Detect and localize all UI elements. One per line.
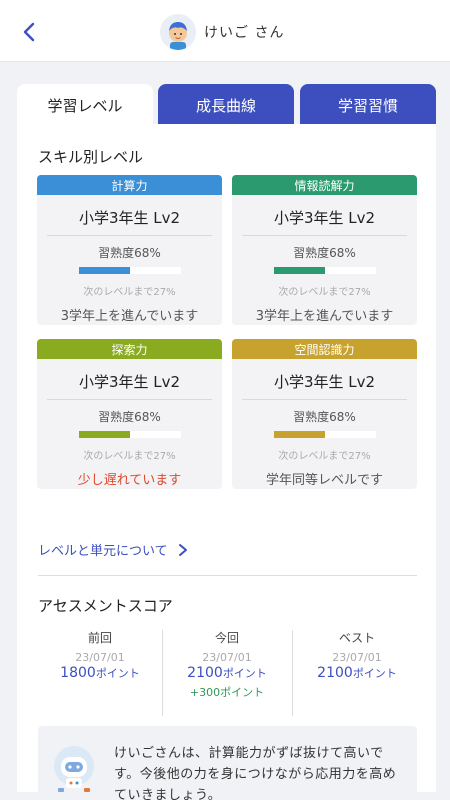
user-info: けいご さん	[160, 12, 284, 52]
score-previous: 前回 23/07/01 1800ポイント	[37, 629, 163, 681]
skill-name: 空間認識力	[232, 339, 417, 359]
score-points: 2100ポイント	[317, 665, 397, 681]
score-points: 1800ポイント	[60, 665, 140, 681]
skill-mastery: 習熟度68%	[98, 410, 161, 424]
advice-text: けいごさんは、計算能力がずば抜けて高いです。今後他の力を身につけながら応用力を高…	[114, 746, 397, 800]
score-best: ベスト 23/07/01 2100ポイント	[294, 629, 420, 681]
skill-next-level: 次のレベルまで27%	[83, 451, 176, 462]
skill-card-reading: 情報読解力 小学3年生 Lv2 習熟度68% 次のレベルまで27% 3学年上を進…	[232, 175, 417, 325]
score-separator	[292, 630, 293, 716]
score-label: 今回	[214, 631, 239, 645]
skill-level: 小学3年生 Lv2	[78, 209, 181, 227]
skill-mastery: 習熟度68%	[293, 410, 356, 424]
skill-divider	[47, 399, 212, 400]
tab-learning-habits[interactable]: 学習習慣	[300, 84, 436, 126]
skill-card-exploration: 探索力 小学3年生 Lv2 習熟度68% 次のレベルまで27% 少し遅れています	[37, 339, 222, 489]
boy-avatar-icon	[160, 14, 196, 50]
skill-status: 3学年上を進んでいます	[60, 309, 199, 324]
skill-status: 少し遅れています	[77, 473, 182, 488]
skill-name: 計算力	[37, 175, 222, 195]
assessment-title: アセスメントスコア	[38, 597, 173, 615]
skill-name: 情報読解力	[232, 175, 417, 195]
skill-level: 小学3年生 Lv2	[273, 373, 376, 391]
mastery-bar-fill	[273, 267, 325, 274]
app-header: けいご さん	[0, 0, 450, 62]
score-diff: +300ポイント	[189, 686, 265, 699]
back-arrow-icon[interactable]	[18, 20, 42, 44]
score-date: 23/07/01	[75, 651, 125, 664]
skills-section-title: スキル別レベル	[38, 148, 144, 166]
score-date: 23/07/01	[202, 651, 252, 664]
skill-divider	[242, 399, 407, 400]
skill-status: 3学年上を進んでいます	[255, 309, 394, 324]
mastery-bar-fill	[78, 431, 130, 438]
skill-card-spatial: 空間認識力 小学3年生 Lv2 習熟度68% 次のレベルまで27% 学年同等レベ…	[232, 339, 417, 489]
advice-comment: けいごさんは、計算能力がずば抜けて高いです。今後他の力を身につけながら応用力を高…	[38, 726, 417, 800]
avatar	[160, 14, 196, 50]
skill-next-level: 次のレベルまで27%	[278, 451, 371, 462]
skill-level: 小学3年生 Lv2	[273, 209, 376, 227]
skill-divider	[242, 235, 407, 236]
skill-divider	[47, 235, 212, 236]
mastery-bar	[78, 267, 181, 274]
score-separator	[162, 630, 163, 716]
skill-mastery: 習熟度68%	[293, 246, 356, 260]
main-card: 学習レベル 成長曲線 学習習慣 スキル別レベル 計算力 小学3年生 Lv2 習熟…	[17, 84, 436, 800]
skill-level: 小学3年生 Lv2	[78, 373, 181, 391]
score-date: 23/07/01	[332, 651, 382, 664]
mastery-bar	[273, 431, 376, 438]
chevron-right-icon	[178, 543, 187, 556]
score-label: ベスト	[338, 631, 376, 645]
level-units-link-label: レベルと単元について	[38, 544, 168, 559]
skill-mastery: 習熟度68%	[98, 246, 161, 260]
mastery-bar	[78, 431, 181, 438]
tab-learning-level[interactable]: 学習レベル	[17, 84, 153, 126]
score-points: 2100ポイント	[187, 665, 267, 681]
mastery-bar-fill	[78, 267, 130, 274]
robot-mascot-icon	[54, 746, 94, 792]
level-units-link[interactable]: レベルと単元について	[38, 540, 188, 559]
score-label: 前回	[87, 631, 112, 645]
skill-card-calculation: 計算力 小学3年生 Lv2 習熟度68% 次のレベルまで27% 3学年上を進んで…	[37, 175, 222, 325]
skill-status: 学年同等レベルです	[265, 473, 383, 488]
user-name: けいご さん	[204, 25, 285, 41]
skill-name: 探索力	[37, 339, 222, 359]
section-divider	[38, 575, 417, 576]
mastery-bar-fill	[273, 431, 325, 438]
tab-growth-curve[interactable]: 成長曲線	[158, 84, 294, 126]
skill-next-level: 次のレベルまで27%	[278, 287, 371, 298]
skill-next-level: 次のレベルまで27%	[83, 287, 176, 298]
tab-panel: スキル別レベル 計算力 小学3年生 Lv2 習熟度68% 次のレベルまで27% …	[17, 124, 436, 800]
score-current: 今回 23/07/01 2100ポイント +300ポイント	[164, 629, 290, 700]
mastery-bar	[273, 267, 376, 274]
